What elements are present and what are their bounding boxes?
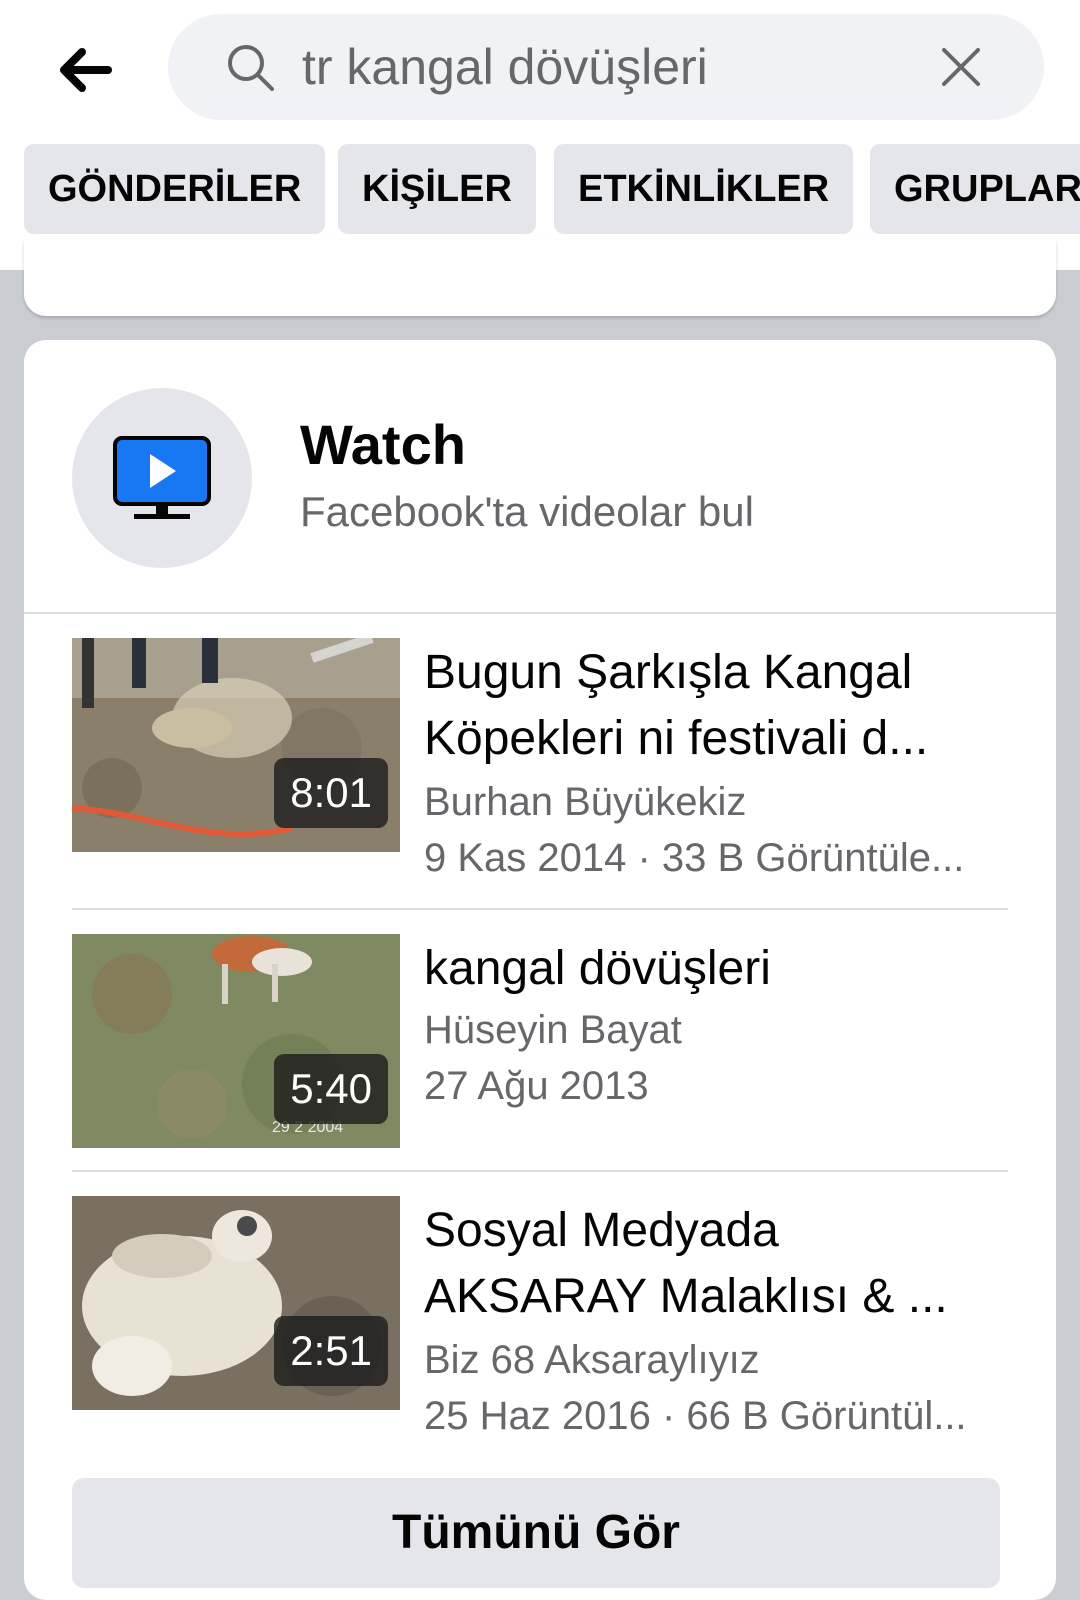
video-thumbnail[interactable]: 2:51 [72,1196,400,1410]
video-author[interactable]: Hüseyin Bayat [424,1002,1008,1058]
video-duration: 2:51 [274,1316,388,1386]
video-title[interactable]: Bugun Şarkışla Kangal Köpekleri ni festi… [424,640,1008,772]
see-all-button[interactable]: Tümünü Gör [72,1478,1000,1588]
video-item[interactable]: 2:51 Sosyal Medyada AKSARAY Malaklısı & … [72,1196,1008,1446]
watch-title: Watch [300,413,466,476]
video-meta: 27 Ağu 2013 [424,1064,649,1108]
video-thumbnail[interactable]: 8:01 [72,638,400,852]
video-duration: 5:40 [274,1054,388,1124]
video-meta: 9 Kas 2014 · 33 B Görüntüle... [424,836,965,880]
back-button[interactable] [52,38,116,102]
arrow-left-icon [60,48,112,92]
filter-chip-groups[interactable]: GRUPLAR [870,144,1080,234]
video-title-line: kangal dövüşleri [424,942,771,995]
video-author[interactable]: Biz 68 Aksaraylıyız [424,1332,1008,1388]
filter-tabs: GÖNDERİLER KİŞİLER ETKİNLİKLER GRUPLAR [0,144,1080,236]
video-author[interactable]: Burhan Büyükekiz [424,774,1008,830]
video-title-line: Köpekleri ni festivali d... [424,712,929,765]
search-bar[interactable]: tr kangal dövüşleri [168,14,1044,120]
search-input[interactable]: tr kangal dövüşleri [302,38,914,96]
video-meta: 25 Haz 2016 · 66 B Görüntül... [424,1394,967,1438]
video-thumbnail[interactable]: 29 2 2004 5:40 [72,934,400,1148]
watch-avatar [72,388,252,568]
video-title-line: Sosyal Medyada [424,1204,779,1257]
video-duration: 8:01 [274,758,388,828]
filter-chip-posts[interactable]: GÖNDERİLER [24,144,326,234]
video-title-line: Bugun Şarkışla Kangal [424,646,913,699]
search-header: tr kangal dövüşleri GÖNDERİLER KİŞİLER E… [0,0,1080,270]
row-divider [72,908,1008,910]
tv-play-icon [113,436,211,519]
previous-result-card [24,240,1056,316]
video-item[interactable]: 29 2 2004 5:40 kangal dövüşleri Hüseyin … [72,934,1008,1148]
watch-results-card: Watch Facebook'ta videolar bul 8:01 Bugu… [24,340,1056,1600]
watch-header[interactable]: Watch Facebook'ta videolar bul [24,340,1056,614]
filter-chip-events[interactable]: ETKİNLİKLER [554,144,854,234]
video-title[interactable]: Sosyal Medyada AKSARAY Malaklısı & ... [424,1198,1008,1330]
filter-chip-people[interactable]: KİŞİLER [338,144,536,234]
search-icon [228,45,274,91]
row-divider [72,1170,1008,1172]
video-title[interactable]: kangal dövüşleri [424,936,1008,1002]
video-title-line: AKSARAY Malaklısı & ... [424,1270,948,1323]
video-item[interactable]: 8:01 Bugun Şarkışla Kangal Köpekleri ni … [72,638,1008,888]
watch-subtitle: Facebook'ta videolar bul [300,488,754,535]
close-icon[interactable] [938,44,984,90]
